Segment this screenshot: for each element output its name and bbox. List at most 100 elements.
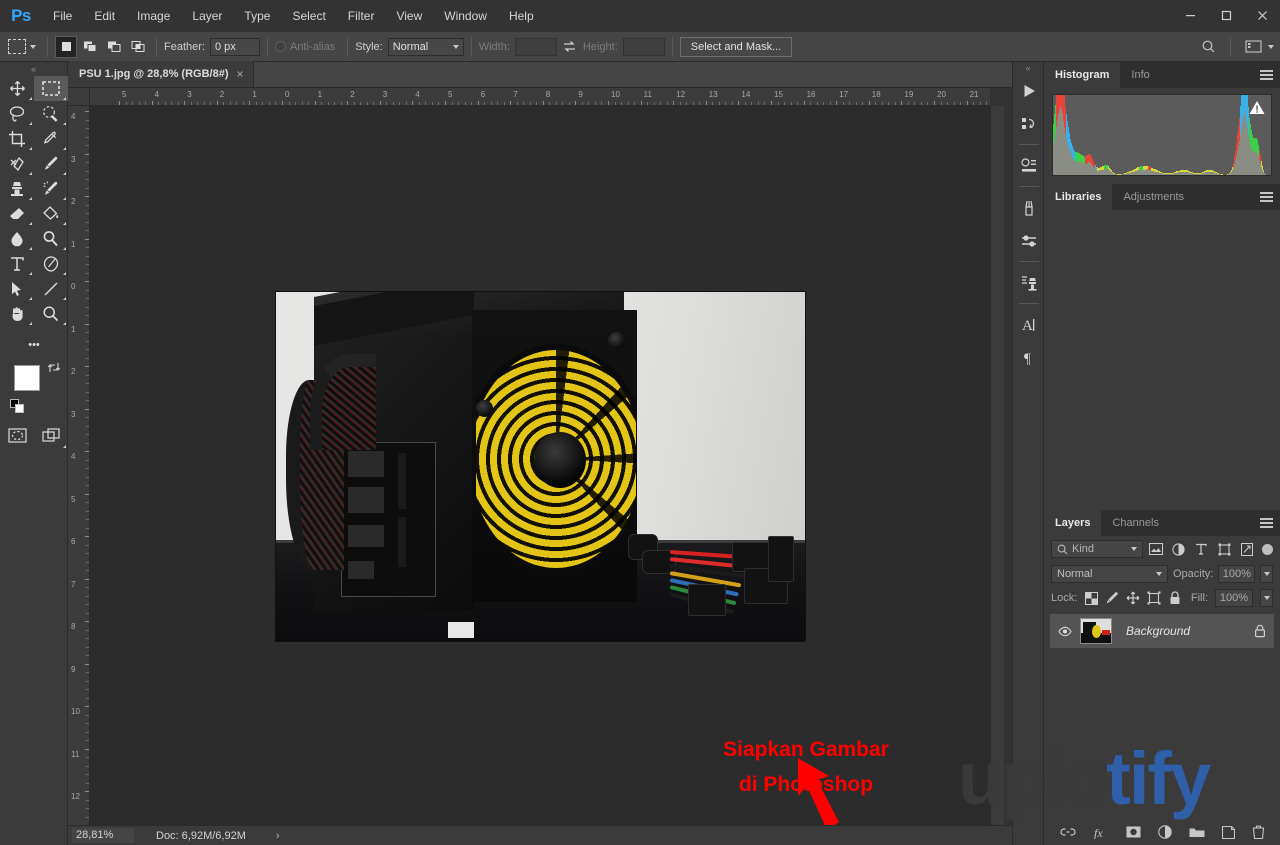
chevron-down-icon[interactable]	[1268, 44, 1274, 49]
menu-view[interactable]: View	[385, 0, 433, 32]
eraser-tool[interactable]	[0, 201, 34, 226]
screen-mode-button[interactable]	[34, 421, 68, 449]
smart-object-filter-icon[interactable]	[1237, 540, 1257, 558]
panel-menu-icon[interactable]	[1260, 518, 1273, 528]
search-icon[interactable]	[1195, 36, 1221, 58]
style-select[interactable]: Normal	[387, 37, 464, 56]
new-selection-button[interactable]	[55, 35, 77, 58]
hand-tool[interactable]	[0, 301, 34, 326]
status-expand-icon[interactable]: ›	[276, 830, 280, 842]
workspace-switcher-icon[interactable]	[1240, 36, 1266, 58]
delete-layer-button[interactable]	[1252, 825, 1265, 839]
tool-preset-picker[interactable]	[4, 39, 40, 54]
add-layer-mask-button[interactable]	[1126, 826, 1141, 838]
document-image[interactable]	[275, 291, 806, 642]
anti-alias-checkbox[interactable]: Anti-alias	[274, 41, 340, 53]
add-to-selection-button[interactable]	[79, 36, 101, 58]
filter-toggle[interactable]	[1262, 543, 1273, 555]
lock-image-pixels-icon[interactable]	[1105, 591, 1119, 605]
uncached-data-warning-icon[interactable]	[1249, 100, 1265, 115]
edit-toolbar-button[interactable]: •••	[0, 335, 68, 355]
brush-settings-panel-icon[interactable]	[1013, 191, 1045, 224]
layer-kind-filter[interactable]: Kind	[1051, 540, 1143, 558]
path-selection-tool[interactable]	[0, 276, 34, 301]
type-tool[interactable]	[0, 251, 34, 276]
toolbar-collapse-handle[interactable]: «	[0, 62, 67, 76]
character-panel-icon[interactable]: A	[1013, 308, 1045, 341]
properties-panel-icon[interactable]	[1013, 149, 1045, 182]
line-tool[interactable]	[34, 276, 68, 301]
zoom-level[interactable]: 28,81%	[72, 828, 134, 843]
close-button[interactable]	[1244, 0, 1280, 30]
panel-menu-icon[interactable]	[1260, 192, 1273, 202]
intersect-with-selection-button[interactable]	[127, 36, 149, 58]
libraries-body[interactable]	[1044, 210, 1280, 510]
layer-style-button[interactable]: fx	[1093, 826, 1109, 839]
pen-tool[interactable]	[34, 251, 68, 276]
blur-tool[interactable]	[0, 226, 34, 251]
adjustment-layers-filter-icon[interactable]	[1168, 540, 1188, 558]
paint-bucket-tool[interactable]	[34, 201, 68, 226]
new-adjustment-layer-button[interactable]	[1157, 825, 1172, 839]
type-layers-filter-icon[interactable]	[1191, 540, 1211, 558]
layer-visibility-icon[interactable]	[1058, 626, 1072, 637]
tab-libraries[interactable]: Libraries	[1044, 184, 1113, 210]
layer-name[interactable]: Background	[1126, 624, 1190, 638]
menu-filter[interactable]: Filter	[337, 0, 386, 32]
quick-selection-tool[interactable]	[34, 101, 68, 126]
tab-layers[interactable]: Layers	[1044, 510, 1102, 536]
brush-tool[interactable]	[34, 151, 68, 176]
crop-tool[interactable]	[0, 126, 34, 151]
menu-file[interactable]: File	[42, 0, 83, 32]
swap-colors-icon[interactable]	[47, 361, 60, 374]
clone-stamp-tool[interactable]	[0, 176, 34, 201]
new-group-button[interactable]	[1189, 826, 1205, 838]
minimize-button[interactable]	[1172, 0, 1208, 30]
tab-adjustments[interactable]: Adjustments	[1112, 184, 1195, 210]
adjustments-panel-icon[interactable]	[1013, 224, 1045, 257]
lasso-tool[interactable]	[0, 101, 34, 126]
table-row[interactable]: Background	[1050, 614, 1274, 648]
dodge-tool[interactable]	[34, 226, 68, 251]
new-layer-button[interactable]	[1221, 825, 1235, 839]
lock-all-icon[interactable]	[1168, 591, 1182, 605]
menu-type[interactable]: Type	[233, 0, 281, 32]
menu-window[interactable]: Window	[433, 0, 498, 32]
ruler-origin-corner[interactable]	[68, 88, 90, 106]
maximize-button[interactable]	[1208, 0, 1244, 30]
menu-help[interactable]: Help	[498, 0, 545, 32]
history-panel-icon[interactable]	[1013, 107, 1045, 140]
fill-value[interactable]: 100%	[1215, 589, 1253, 607]
rectangular-marquee-tool[interactable]	[34, 76, 68, 101]
height-input[interactable]	[622, 37, 665, 56]
layer-thumbnail[interactable]	[1080, 618, 1112, 644]
feather-input[interactable]: 0 px	[209, 37, 260, 56]
default-colors-icon[interactable]	[10, 399, 24, 413]
tab-channels[interactable]: Channels	[1101, 510, 1169, 536]
menu-image[interactable]: Image	[126, 0, 181, 32]
menu-layer[interactable]: Layer	[181, 0, 233, 32]
shape-layers-filter-icon[interactable]	[1214, 540, 1234, 558]
rail-collapse-handle[interactable]: «	[1013, 62, 1043, 74]
eyedropper-tool[interactable]	[34, 126, 68, 151]
quick-mask-mode-button[interactable]	[0, 421, 34, 449]
opacity-value[interactable]: 100%	[1218, 565, 1256, 583]
link-layers-button[interactable]	[1059, 827, 1076, 837]
lock-transparent-pixels-icon[interactable]	[1084, 591, 1098, 605]
paragraph-panel-icon[interactable]: ¶	[1013, 341, 1045, 374]
menu-edit[interactable]: Edit	[83, 0, 126, 32]
menu-select[interactable]: Select	[281, 0, 336, 32]
layer-lock-icon[interactable]	[1254, 624, 1266, 638]
select-and-mask-button[interactable]: Select and Mask...	[679, 36, 793, 57]
swap-width-height-icon[interactable]	[557, 36, 583, 58]
horizontal-ruler[interactable]: 5 4 3 2 1 0 1 2 3 4 5 6 7 8 9 10 11 12 13 14 15 16 17 18 19 20 21	[90, 88, 990, 106]
blend-mode-select[interactable]: Normal	[1051, 565, 1168, 583]
history-brush-tool[interactable]	[34, 176, 68, 201]
subtract-from-selection-button[interactable]	[103, 36, 125, 58]
fill-stepper[interactable]	[1260, 589, 1273, 607]
vertical-ruler[interactable]: 4321012345678910111213	[68, 106, 90, 825]
healing-brush-tool[interactable]	[0, 151, 34, 176]
actions-panel-icon[interactable]	[1013, 74, 1045, 107]
opacity-stepper[interactable]	[1260, 565, 1273, 583]
tab-histogram[interactable]: Histogram	[1044, 62, 1121, 88]
